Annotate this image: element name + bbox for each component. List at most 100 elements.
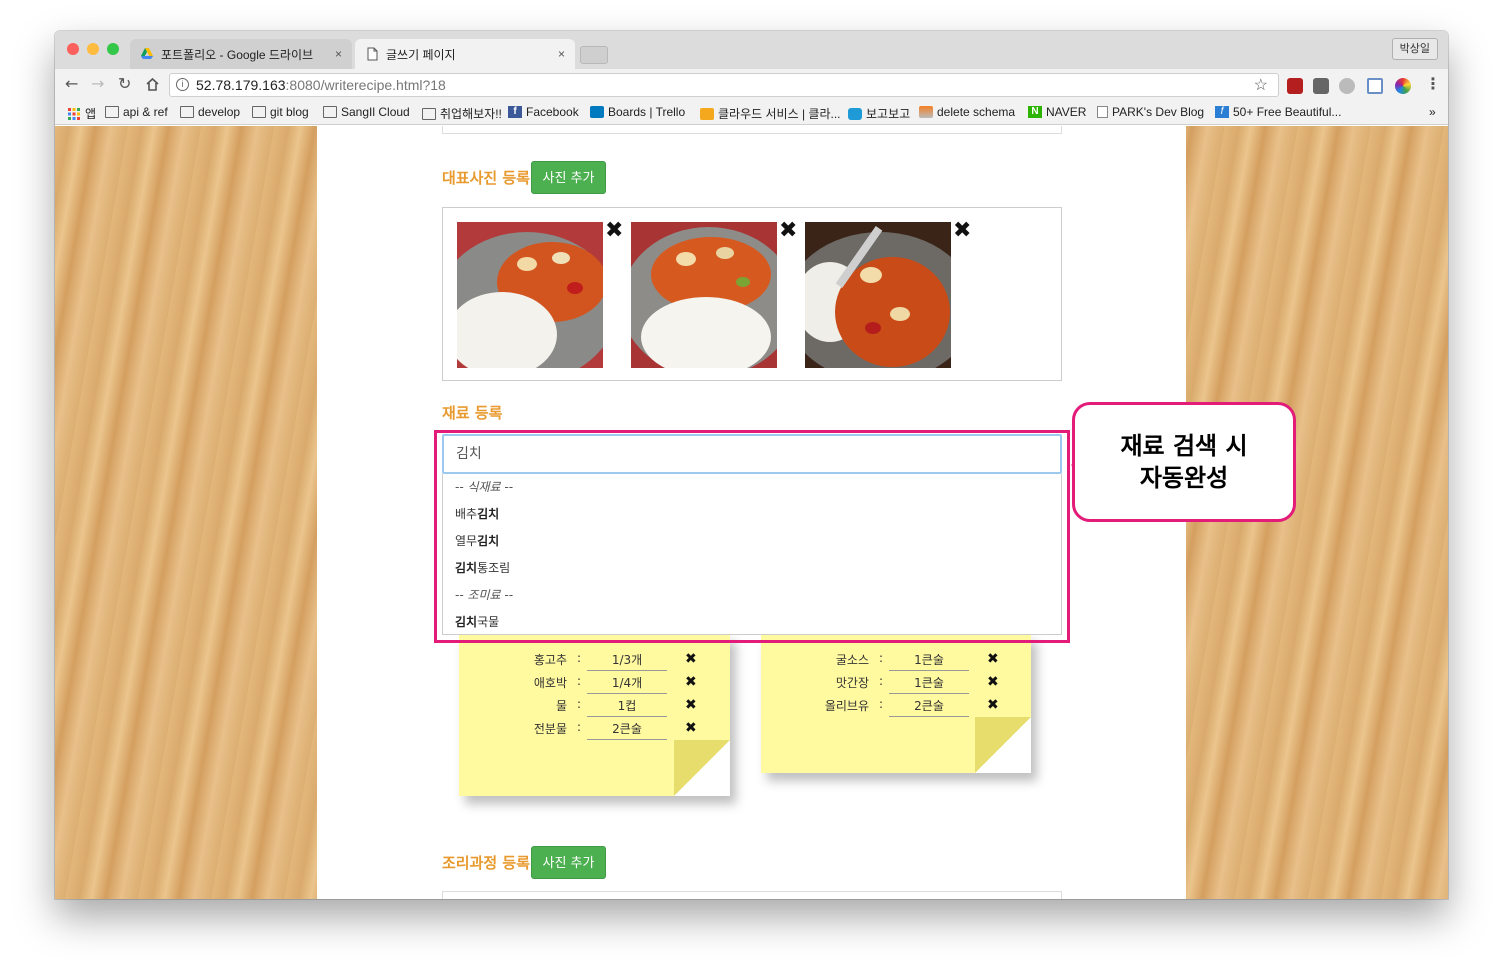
bookmark-park-blog[interactable]: PARK's Dev Blog (1097, 105, 1204, 119)
bookmark-label: api & ref (123, 105, 168, 119)
ingredient-quantity[interactable]: 1큰술 (889, 674, 969, 694)
screen-capture-icon[interactable] (1367, 78, 1383, 94)
zoom-window-button[interactable] (107, 43, 119, 55)
tab-google-drive[interactable]: 포트폴리오 - Google 드라이브 × (130, 39, 352, 69)
delete-ingredient-icon[interactable]: ✖ (987, 674, 999, 690)
bookmark-label: 50+ Free Beautiful... (1233, 105, 1342, 119)
tab-close-icon[interactable]: × (335, 47, 342, 61)
ingredient-quantity[interactable]: 1/4개 (587, 674, 667, 694)
delete-ingredient-icon[interactable]: ✖ (685, 651, 697, 667)
ingredient-row: 전분물 : 2큰술 ✖ (459, 720, 730, 742)
delete-ingredient-icon[interactable]: ✖ (987, 651, 999, 667)
browser-toolbar: ← → ↻ i 52.78.179.163:8080/writerecipe.h… (55, 69, 1448, 101)
add-step-photo-button[interactable]: 사진 추가 (531, 846, 606, 879)
delete-ingredient-icon[interactable]: ✖ (685, 720, 697, 736)
minimize-window-button[interactable] (87, 43, 99, 55)
ingredient-quantity[interactable]: 1큰술 (889, 651, 969, 671)
bookmark-label: 보고보고 (866, 107, 911, 121)
delete-photo-icon[interactable]: ✖ (953, 220, 971, 242)
forward-arrow-icon[interactable]: → (91, 75, 104, 93)
bookmark-folder-sangil-cloud[interactable]: SangIl Cloud (323, 105, 410, 119)
ingredient-row: 굴소스 : 1큰술 ✖ (761, 651, 1031, 673)
bookmark-folder-job[interactable]: 취업해보자!! (422, 105, 502, 122)
bookmark-folder-git-blog[interactable]: git blog (252, 105, 309, 119)
cooking-steps-title: 조리과정 등록 (442, 854, 531, 872)
site-info-icon[interactable]: i (176, 78, 189, 91)
ingredient-row: 홍고추 : 1/3개 ✖ (459, 651, 730, 673)
bookmark-trello[interactable]: Boards | Trello (590, 105, 685, 119)
ingredient-colon: : (879, 697, 884, 711)
tab-title: 포트폴리오 - Google 드라이브 (161, 47, 314, 62)
back-arrow-icon[interactable]: ← (65, 75, 78, 93)
ingredient-name: 전분물 (533, 722, 567, 736)
bookmark-label: NAVER (1046, 105, 1087, 119)
bookmark-label: PARK's Dev Blog (1112, 105, 1205, 119)
callout-line: 재료 검색 시 (1120, 432, 1248, 460)
bookmark-facebook[interactable]: f Facebook (508, 105, 579, 119)
note-folded-corner (674, 740, 730, 796)
ingredients-note-left: 홍고추 : 1/3개 ✖ 애호박 : 1/4개 ✖ 물 : 1컵 ✖ 전분물:… (459, 634, 730, 796)
ingredient-name: 애호박 (533, 676, 567, 690)
bookmark-label: 앱 (85, 107, 97, 121)
bookmark-free-beautiful[interactable]: f 50+ Free Beautiful... (1215, 105, 1341, 119)
bookmarks-bar: 앱 api & ref develop git blog SangIl Clou… (55, 101, 1448, 125)
ingredient-row: 물 : 1컵 ✖ (459, 697, 730, 719)
browser-window: 포트폴리오 - Google 드라이브 × 글쓰기 페이지 × 박상일 ← → … (55, 31, 1448, 899)
ingredient-row: 애호박 : 1/4개 ✖ (459, 674, 730, 696)
url-path: :8080/writerecipe.html?18 (285, 77, 446, 93)
bookmark-bogobogo[interactable]: 보고보고 (848, 105, 910, 122)
color-picker-icon[interactable] (1395, 78, 1411, 94)
profile-button[interactable]: 박상일 (1391, 38, 1438, 60)
delete-photo-icon[interactable]: ✖ (605, 220, 623, 242)
bookmark-folder-develop[interactable]: develop (180, 105, 240, 119)
stack-icon (919, 106, 933, 118)
add-main-photo-button[interactable]: 사진 추가 (531, 161, 606, 194)
pocket-icon[interactable] (1313, 78, 1329, 94)
delete-ingredient-icon[interactable]: ✖ (685, 674, 697, 690)
menu-kebab-icon[interactable]: ⋮ (1425, 75, 1441, 93)
bookmark-folder-api-ref[interactable]: api & ref (105, 105, 168, 119)
bookmark-delete-schema[interactable]: delete schema (919, 105, 1015, 119)
food-photo (805, 222, 951, 368)
ingredient-name: 맛간장 (835, 676, 869, 690)
delete-photo-icon[interactable]: ✖ (779, 220, 797, 242)
reload-icon[interactable]: ↻ (118, 75, 131, 93)
delete-ingredient-icon[interactable]: ✖ (685, 697, 697, 713)
facebook-icon: f (508, 106, 522, 118)
folder-icon (422, 107, 436, 120)
address-bar[interactable]: i 52.78.179.163:8080/writerecipe.html?18… (169, 73, 1279, 97)
ingredient-colon: : (879, 674, 884, 688)
tab-close-icon[interactable]: × (558, 47, 565, 61)
trello-icon (590, 106, 604, 118)
new-tab-button[interactable] (580, 46, 608, 64)
page-icon (1097, 106, 1108, 118)
callout-pointer-join (1100, 420, 1160, 428)
folder-icon (180, 106, 194, 118)
ingredient-name: 홍고추 (533, 653, 567, 667)
bookmark-label: delete schema (937, 105, 1016, 119)
delete-ingredient-icon[interactable]: ✖ (987, 697, 999, 713)
bookmark-star-icon[interactable]: ☆ (1254, 75, 1268, 97)
ingredient-colon: : (577, 674, 582, 688)
ingredient-quantity[interactable]: 2큰술 (587, 720, 667, 740)
page-icon (367, 47, 378, 61)
bookmark-cloud-service[interactable]: 클라우드 서비스 | 클라... (700, 105, 840, 122)
previous-field[interactable] (442, 126, 1062, 134)
ingredient-quantity[interactable]: 1컵 (587, 697, 667, 717)
bookmarks-more-button[interactable]: » (1429, 105, 1436, 119)
close-window-button[interactable] (67, 43, 79, 55)
bookmark-naver[interactable]: N NAVER (1028, 105, 1086, 119)
ingredient-quantity[interactable]: 2큰술 (889, 697, 969, 717)
globe-icon[interactable] (1339, 78, 1355, 94)
home-icon[interactable] (145, 77, 160, 92)
bookmark-label: 클라우드 서비스 | 클라... (718, 107, 841, 121)
naver-icon: N (1028, 106, 1042, 118)
ublock-icon[interactable] (1287, 78, 1303, 94)
bookmark-label: 취업해보자!! (440, 107, 502, 121)
folder-icon (323, 106, 337, 118)
ingredient-name: 물 (555, 699, 567, 713)
ingredient-row: 맛간장 : 1큰술 ✖ (761, 674, 1031, 696)
bookmark-apps[interactable]: 앱 (67, 105, 96, 122)
ingredient-quantity[interactable]: 1/3개 (587, 651, 667, 671)
tab-write-page[interactable]: 글쓰기 페이지 × (355, 39, 575, 69)
